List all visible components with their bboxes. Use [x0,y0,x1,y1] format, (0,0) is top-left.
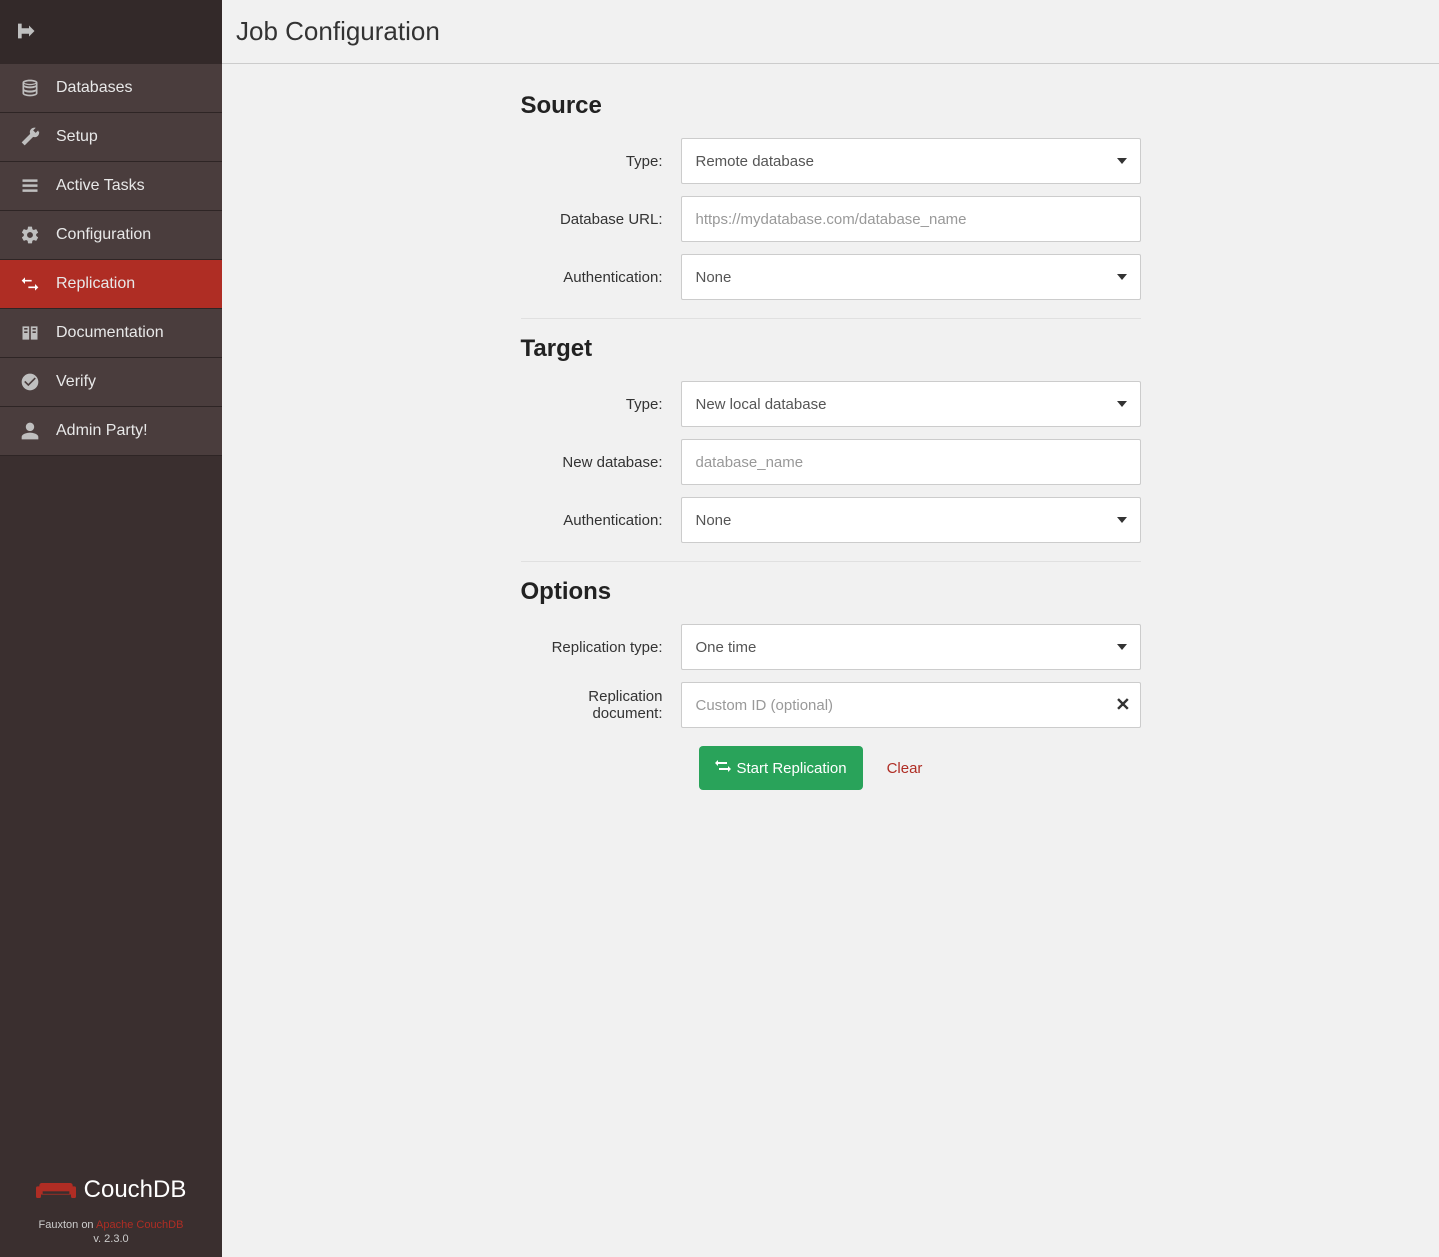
sidebar-item-databases[interactable]: Databases [0,64,222,113]
sidebar-item-label: Active Tasks [56,177,145,195]
sidebar-item-label: Configuration [56,226,151,244]
source-type-select[interactable]: Remote database [681,138,1141,184]
target-auth-select[interactable]: None [681,497,1141,543]
sidebar-item-label: Verify [56,373,96,391]
sidebar-item-label: Admin Party! [56,422,148,440]
start-replication-button[interactable]: Start Replication [699,746,863,790]
replication-doc-label: Replication document: [521,688,681,722]
sidebar-item-label: Databases [56,79,133,97]
content: Source Type: Remote database Database UR… [222,64,1439,1257]
wrench-icon [18,125,42,149]
sidebar-footer: CouchDB Fauxton on Apache CouchDB v. 2.3… [0,1156,222,1257]
page-title: Job Configuration [236,16,440,47]
sidebar-item-verify[interactable]: Verify [0,358,222,407]
sidebar-item-admin-party[interactable]: Admin Party! [0,407,222,456]
section-title-source: Source [521,92,1141,120]
footer-version: v. 2.3.0 [10,1233,212,1245]
sidebar-item-label: Setup [56,128,98,146]
gear-icon [18,223,42,247]
target-name-label: New database: [521,454,681,471]
sidebar: Databases Setup Active Tasks Configurati… [0,0,222,1257]
replication-icon [18,272,42,296]
clear-input-icon[interactable]: ✕ [1115,695,1130,716]
sidebar-collapse-toggle[interactable] [0,0,222,64]
clear-link[interactable]: Clear [887,760,923,777]
database-icon [18,76,42,100]
section-title-options: Options [521,578,1141,606]
replication-form: Source Type: Remote database Database UR… [521,92,1141,790]
source-url-label: Database URL: [521,211,681,228]
sidebar-item-configuration[interactable]: Configuration [0,211,222,260]
tasks-icon [18,174,42,198]
check-circle-icon [18,370,42,394]
replication-type-select[interactable]: One time [681,624,1141,670]
footer-attribution: Fauxton on Apache CouchDB [10,1219,212,1231]
replication-doc-input[interactable] [681,682,1141,728]
source-auth-select[interactable]: None [681,254,1141,300]
target-auth-label: Authentication: [521,512,681,529]
collapse-icon [18,20,40,45]
sidebar-item-label: Replication [56,275,135,293]
source-auth-label: Authentication: [521,269,681,286]
section-title-target: Target [521,335,1141,363]
source-type-label: Type: [521,153,681,170]
sidebar-item-setup[interactable]: Setup [0,113,222,162]
brand-logo[interactable]: CouchDB [10,1174,212,1205]
target-type-label: Type: [521,396,681,413]
target-name-input[interactable] [681,439,1141,485]
book-icon [18,321,42,345]
user-icon [18,419,42,443]
main: Job Configuration Source Type: Remote da… [222,0,1439,1257]
divider [521,318,1141,319]
page-header: Job Configuration [222,0,1439,64]
couch-icon [36,1174,76,1205]
sidebar-nav: Databases Setup Active Tasks Configurati… [0,64,222,1156]
brand-text: CouchDB [84,1176,187,1204]
replication-type-label: Replication type: [521,639,681,656]
target-type-select[interactable]: New local database [681,381,1141,427]
exchange-icon [715,758,731,778]
apache-couchdb-link[interactable]: Apache CouchDB [96,1219,183,1231]
source-url-input[interactable] [681,196,1141,242]
sidebar-item-documentation[interactable]: Documentation [0,309,222,358]
form-actions: Start Replication Clear [699,746,1141,790]
sidebar-item-label: Documentation [56,324,164,342]
sidebar-item-active-tasks[interactable]: Active Tasks [0,162,222,211]
sidebar-item-replication[interactable]: Replication [0,260,222,309]
divider [521,561,1141,562]
